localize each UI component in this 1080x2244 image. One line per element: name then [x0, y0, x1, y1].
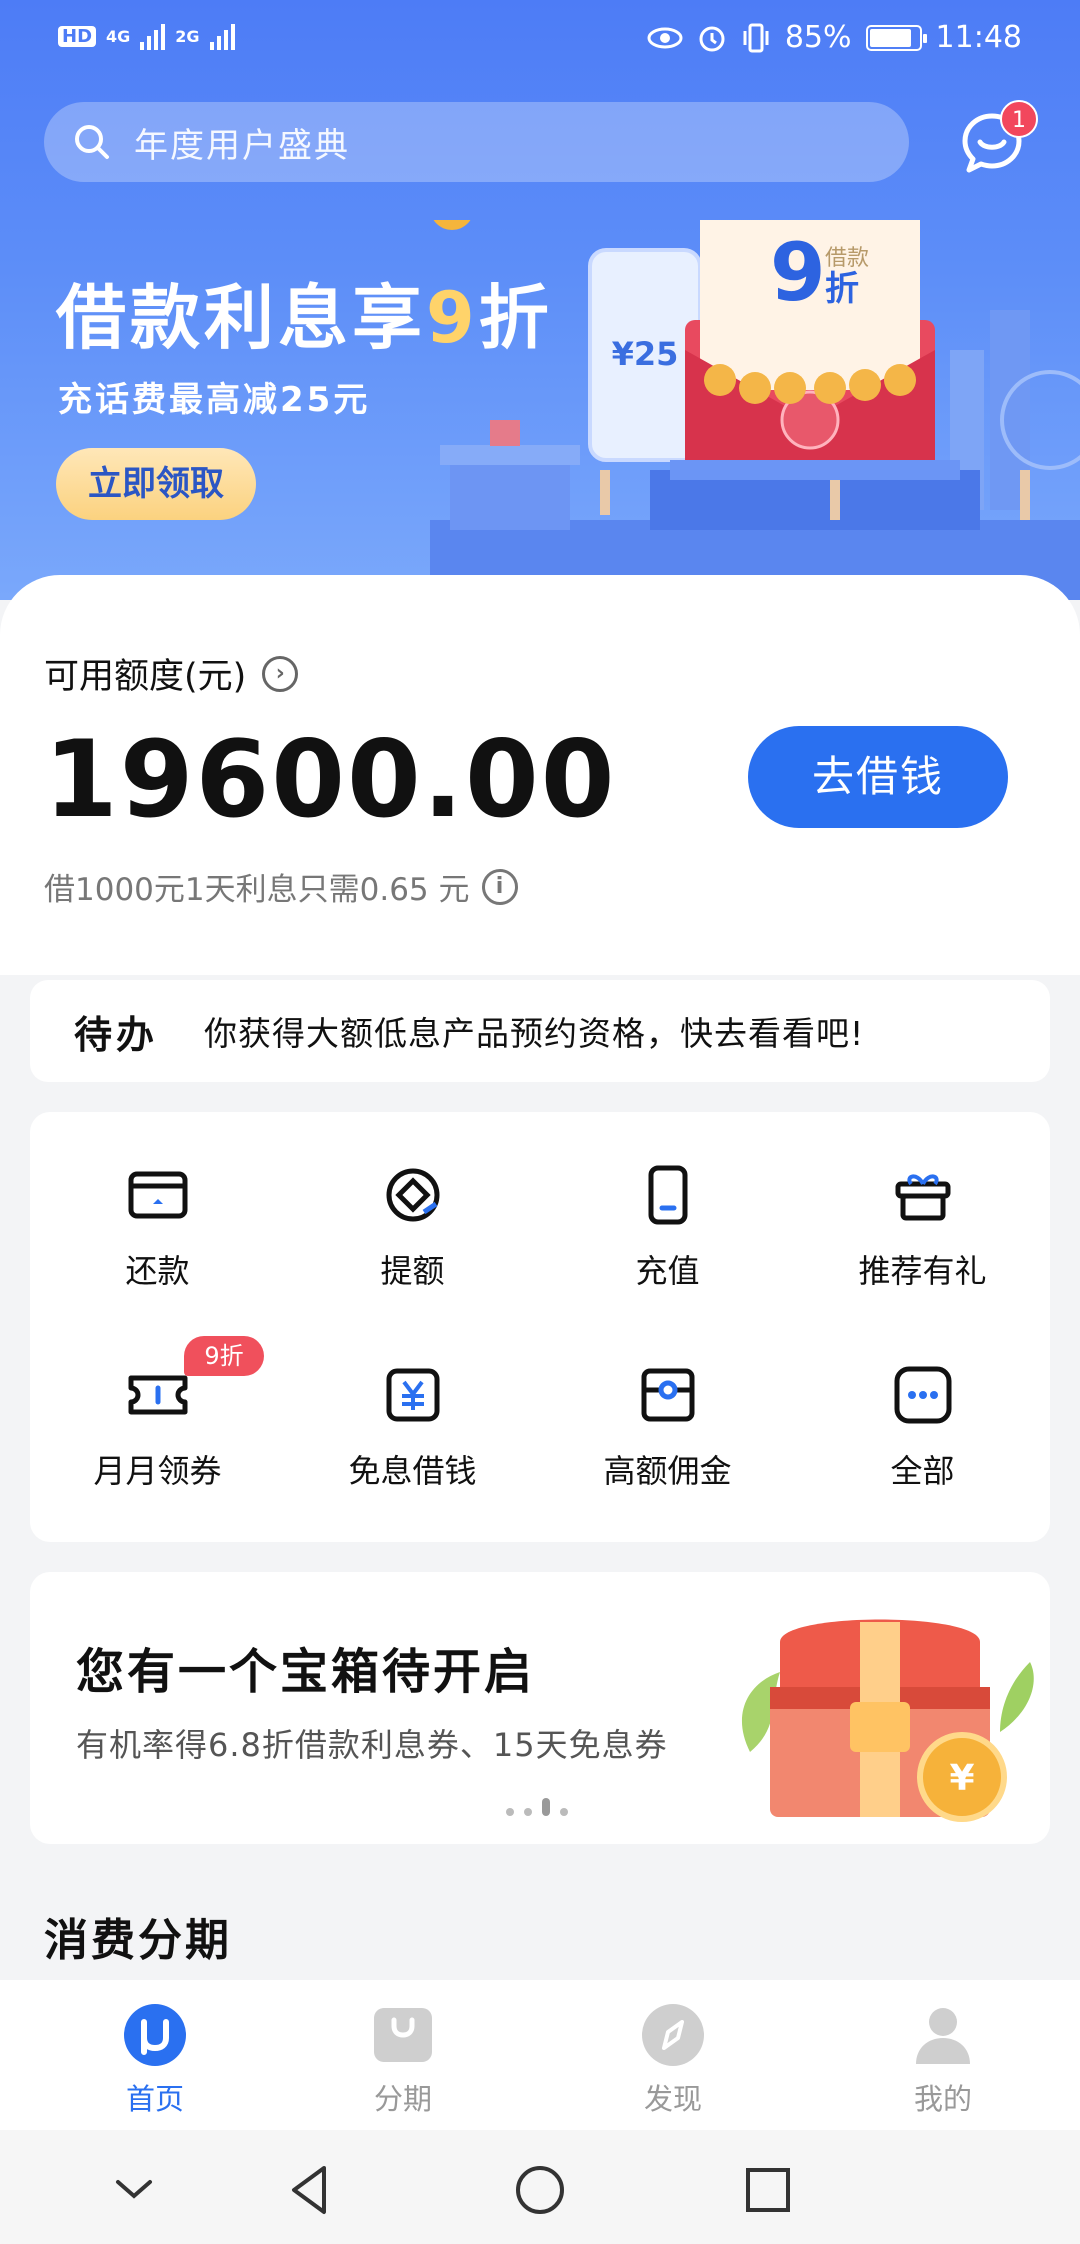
- service-label: 充值: [635, 1252, 700, 1290]
- more-icon: [894, 1366, 951, 1424]
- user-icon: [916, 2008, 970, 2064]
- service-interest-free[interactable]: 免息借钱: [285, 1362, 540, 1492]
- phone-icon: [648, 1165, 687, 1225]
- borrow-money-button[interactable]: 去借钱: [748, 726, 1008, 828]
- service-all[interactable]: 全部: [795, 1362, 1050, 1492]
- service-label: 还款: [125, 1252, 190, 1290]
- recents-square-icon[interactable]: [738, 2160, 798, 2220]
- services-grid: 还款 提额 充值 推荐有礼 月月领券 免息借钱 高额佣金 全部: [30, 1112, 1050, 1542]
- tab-mine[interactable]: 我的: [808, 2002, 1078, 2118]
- banner-card-top: 借款: [825, 246, 869, 271]
- service-label: 高额佣金: [603, 1452, 732, 1490]
- search-bar[interactable]: 年度用户盛典: [44, 102, 909, 182]
- service-label: 免息借钱: [348, 1452, 477, 1490]
- hd-indicator: HD: [58, 25, 97, 47]
- available-limit-text: 可用额度(元): [44, 657, 247, 697]
- service-refer[interactable]: 推荐有礼: [795, 1162, 1050, 1292]
- home-logo-icon: [124, 2004, 186, 2066]
- tab-label: 首页: [125, 2082, 184, 2116]
- signal-icon: [140, 22, 166, 50]
- info-icon[interactable]: i: [481, 868, 518, 905]
- search-placeholder: 年度用户盛典: [134, 125, 350, 166]
- back-triangle-icon[interactable]: [280, 2160, 340, 2220]
- message-badge: 1: [1000, 100, 1038, 138]
- search-icon: [75, 125, 109, 159]
- discount-badge: 9折: [184, 1336, 264, 1376]
- status-bar: HD 4G 2G 85% 11:48: [0, 0, 1080, 80]
- banner-card-number: 9: [770, 226, 826, 319]
- available-limit-value: 19600.00: [44, 718, 617, 841]
- gift-icon: [895, 1174, 950, 1221]
- service-commission[interactable]: 高额佣金: [540, 1362, 795, 1492]
- tab-label: 发现: [643, 2082, 702, 2116]
- service-label: 全部: [890, 1452, 955, 1490]
- wallet-icon: [641, 1368, 694, 1422]
- hero-banner-area: HD 4G 2G 85% 11:48 年度用户盛典 1 借款利息享 9折 充话费最…: [0, 0, 1080, 600]
- system-navigation-bar: [0, 2130, 1080, 2244]
- todo-tag: 待办: [74, 1012, 159, 1057]
- eye-icon: [647, 27, 683, 48]
- treasure-chest-illustration: ¥: [741, 1619, 1034, 1822]
- yuan-icon: [386, 1368, 439, 1422]
- alarm-icon: [699, 26, 725, 51]
- tab-discover[interactable]: 发现: [538, 2002, 808, 2118]
- network-2g-label: 2G: [175, 26, 200, 46]
- banner-card-unit: 折: [825, 269, 859, 309]
- home-circle-icon[interactable]: [510, 2160, 570, 2220]
- vibrate-icon: [743, 23, 769, 52]
- interest-note-text: 借1000元1天利息只需0.65 元: [44, 872, 470, 908]
- service-label: 推荐有礼: [858, 1252, 987, 1290]
- service-monthly-coupon[interactable]: 月月领券: [30, 1362, 285, 1492]
- claim-now-button[interactable]: 立即领取: [56, 448, 256, 520]
- battery-icon: [865, 24, 927, 51]
- banner-title-prefix: 借款利息享: [56, 277, 426, 359]
- todo-text: 你获得大额低息产品预约资格，快去看看吧!: [204, 1014, 865, 1053]
- treasure-chest-card[interactable]: 您有一个宝箱待开启 有机率得6.8折借款利息券、15天免息券 ¥: [30, 1572, 1050, 1844]
- interest-note: 借1000元1天利息只需0.65 元 i: [44, 864, 518, 909]
- chest-title: 您有一个宝箱待开启: [76, 1644, 536, 1700]
- compass-icon: [642, 2004, 704, 2066]
- installment-section-title: 消费分期: [44, 1915, 232, 1966]
- service-topup[interactable]: 充值: [540, 1162, 795, 1292]
- chevron-down-icon[interactable]: [104, 2160, 164, 2220]
- tab-installment[interactable]: 分期: [268, 2002, 538, 2118]
- banner-illustration: ¥25 9 借款 折: [430, 220, 1080, 600]
- todo-bar[interactable]: 待办 你获得大额低息产品预约资格，快去看看吧!: [30, 980, 1050, 1082]
- service-repay[interactable]: 还款: [30, 1162, 285, 1292]
- tab-label: 我的: [913, 2082, 972, 2116]
- carousel-dots: [506, 1798, 568, 1816]
- banner-subtitle: 充话费最高减25元: [58, 380, 371, 420]
- service-label: 提额: [380, 1252, 445, 1290]
- chest-coin-symbol: ¥: [949, 1758, 974, 1799]
- service-raise-limit[interactable]: 提额: [285, 1162, 540, 1292]
- network-4g-label: 4G: [106, 26, 131, 46]
- bag-icon: [374, 2008, 432, 2062]
- clock: 11:48: [935, 20, 1022, 55]
- card-icon: [128, 1171, 187, 1219]
- chevron-right-circle-icon[interactable]: ›: [262, 655, 299, 692]
- limit-up-icon: [386, 1168, 439, 1222]
- signal-icon: [209, 22, 235, 50]
- tab-label: 分期: [373, 2082, 432, 2116]
- available-limit-label[interactable]: 可用额度(元) ›: [44, 648, 299, 699]
- banner-phone-text: ¥25: [612, 335, 679, 373]
- service-label: 月月领券: [93, 1452, 222, 1490]
- tab-home[interactable]: 首页: [20, 2002, 290, 2118]
- coupon-icon: [128, 1375, 187, 1415]
- chest-subtitle: 有机率得6.8折借款利息券、15天免息券: [76, 1726, 668, 1764]
- battery-percent: 85%: [784, 20, 852, 55]
- bottom-tab-bar: 首页 分期 发现 我的: [0, 1980, 1080, 2130]
